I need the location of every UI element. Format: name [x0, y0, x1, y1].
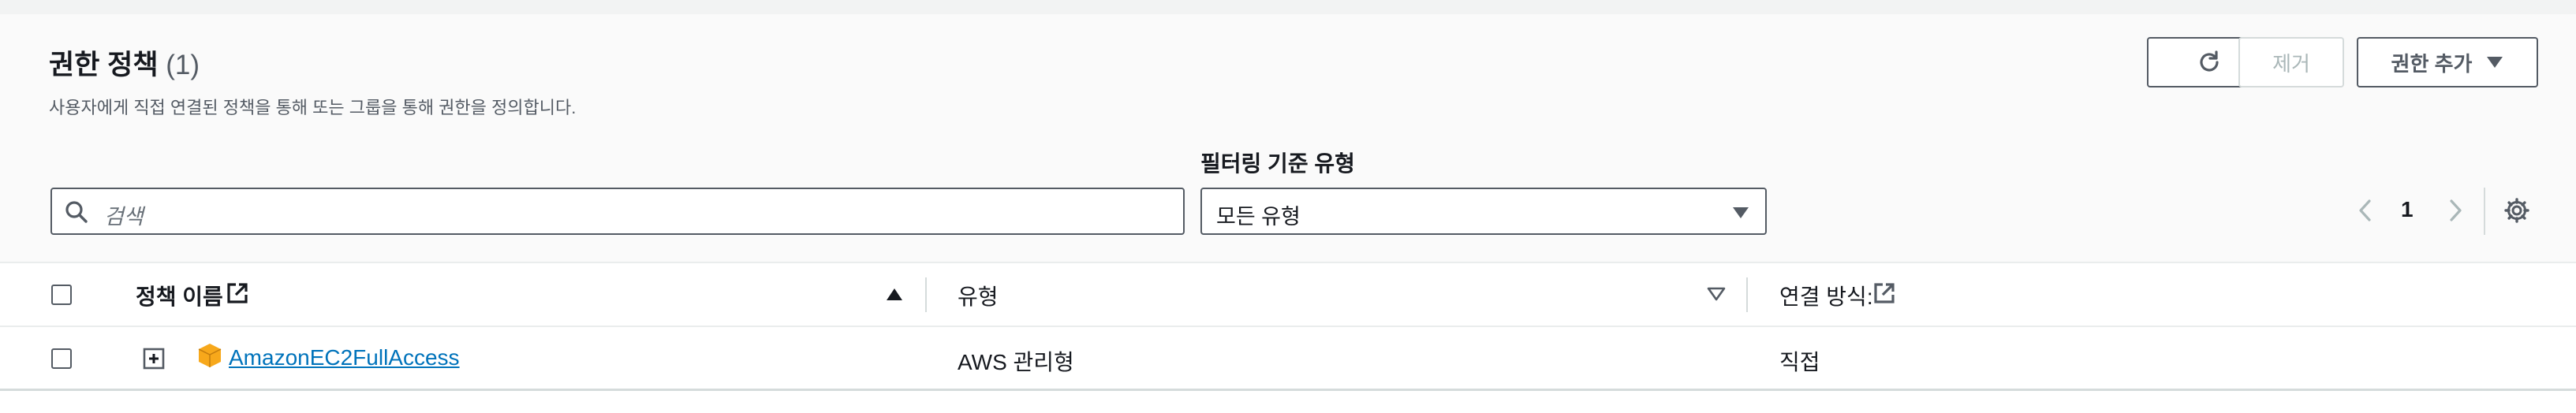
settings-gear-icon[interactable]: [2503, 197, 2530, 224]
permissions-policies-panel: 권한 정책 (1) 사용자에게 직접 연결된 정책을 통해 또는 그룹을 통해 …: [0, 0, 2576, 391]
refresh-icon: [2196, 49, 2223, 76]
policy-name-link[interactable]: AmazonEC2FullAccess: [229, 345, 460, 370]
column-header-attached-via[interactable]: 연결 방식:: [1779, 280, 1873, 311]
aws-managed-policy-icon: [196, 342, 223, 369]
attached-via-cell: 직접: [1779, 350, 1820, 374]
title-text: 권한 정책: [49, 50, 159, 80]
next-page-icon[interactable]: [2447, 199, 2464, 222]
caret-down-icon: [1732, 206, 1749, 219]
page-description: 사용자에게 직접 연결된 정책을 통해 또는 그룹을 통해 권한을 정의합니다.: [49, 98, 577, 117]
column-label-policy-name: 정책 이름: [136, 285, 223, 309]
sort-ascending-icon[interactable]: [885, 287, 904, 301]
filter-type-label: 필터링 기준 유형: [1200, 151, 1355, 176]
column-resizer[interactable]: [925, 277, 927, 312]
remove-button-label: 제거: [2272, 51, 2310, 76]
filter-type-value: 모든 유형: [1216, 205, 1301, 229]
select-all-checkbox[interactable]: [51, 285, 72, 305]
add-permissions-label: 권한 추가: [2391, 51, 2473, 76]
column-label-attached-via: 연결 방식:: [1779, 285, 1873, 309]
column-resizer[interactable]: [1746, 277, 1748, 312]
sort-unsorted-icon[interactable]: [1707, 287, 1726, 301]
search-input[interactable]: 검색: [50, 188, 1185, 235]
row-select-checkbox[interactable]: [51, 348, 72, 369]
search-placeholder: 검색: [104, 205, 144, 229]
column-label-type: 유형: [958, 285, 999, 309]
remove-button[interactable]: 제거: [2238, 37, 2344, 87]
expand-row-icon[interactable]: [143, 348, 165, 370]
caret-down-icon: [2486, 56, 2503, 69]
table-top-border: [0, 262, 2576, 263]
external-link-icon[interactable]: [226, 281, 249, 305]
policy-name-text[interactable]: AmazonEC2FullAccess: [229, 345, 460, 370]
previous-page-icon[interactable]: [2357, 199, 2374, 222]
pagination-divider: [2484, 188, 2485, 235]
table-header-bottom-border: [0, 326, 2576, 327]
column-header-type[interactable]: 유형: [958, 280, 999, 311]
filter-type-select[interactable]: 모든 유형: [1200, 188, 1767, 235]
external-link-icon[interactable]: [1872, 281, 1896, 305]
page-title: 권한 정책 (1): [49, 43, 200, 83]
policy-type-cell: AWS 관리형: [958, 350, 1074, 374]
column-header-policy-name[interactable]: 정책 이름: [136, 280, 223, 311]
title-count: (1): [166, 50, 200, 80]
current-page-number[interactable]: 1: [2401, 197, 2414, 222]
search-icon: [65, 200, 88, 224]
top-gutter: [0, 0, 2576, 14]
add-permissions-button[interactable]: 권한 추가: [2357, 37, 2538, 87]
